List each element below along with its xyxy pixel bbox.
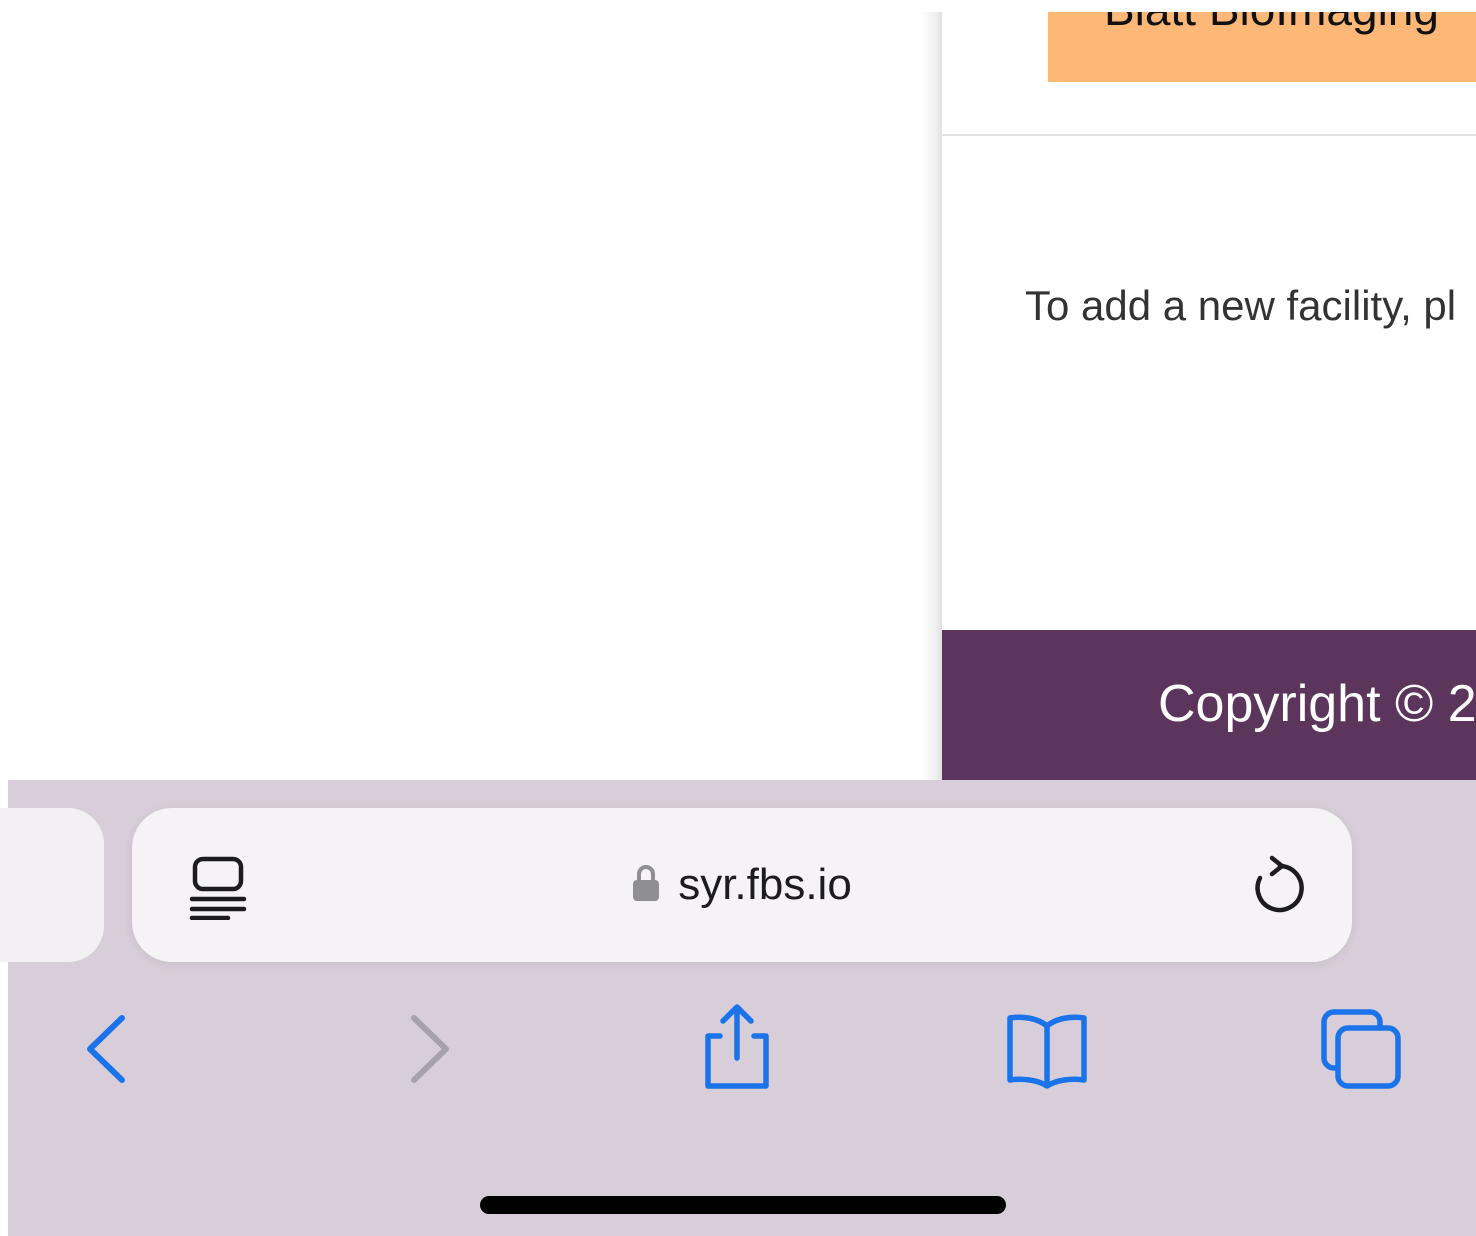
book-icon: [1007, 1014, 1087, 1089]
left-edge: [0, 0, 8, 1236]
add-facility-text: To add a new facility, pl: [1025, 282, 1457, 329]
url-display[interactable]: syr.fbs.io: [132, 808, 1352, 962]
previous-tab-card[interactable]: [0, 808, 104, 962]
tabs-icon: [1321, 1009, 1401, 1089]
url-text: syr.fbs.io: [678, 860, 852, 909]
reload-icon[interactable]: [1246, 854, 1306, 918]
page-footer: Copyright © 2: [942, 630, 1476, 780]
home-indicator[interactable]: [480, 1196, 1006, 1214]
webpage-content: Blatt BioImaging To add a new facility, …: [942, 12, 1476, 780]
banner-text: Blatt BioImaging: [1104, 12, 1439, 36]
bookmarks-button[interactable]: [1002, 1004, 1092, 1094]
left-content-pane: [8, 12, 940, 780]
forward-button[interactable]: [382, 1004, 472, 1094]
back-button[interactable]: [62, 1004, 152, 1094]
share-button[interactable]: [690, 1000, 780, 1090]
safari-bottom-toolbar: syr.fbs.io: [0, 780, 1476, 1236]
top-edge: [0, 0, 1476, 12]
section-divider: [942, 134, 1476, 136]
share-icon: [705, 1004, 769, 1089]
facility-banner[interactable]: Blatt BioImaging: [1048, 12, 1476, 82]
browser-screen: Blatt BioImaging To add a new facility, …: [0, 0, 1476, 1236]
chevron-right-icon: [411, 1015, 449, 1083]
address-bar[interactable]: syr.fbs.io: [132, 808, 1352, 962]
pane-divider-shadow: [920, 12, 942, 780]
chevron-left-icon: [87, 1015, 125, 1083]
tabs-button[interactable]: [1314, 1004, 1404, 1094]
lock-icon: [632, 864, 660, 902]
copyright-text: Copyright © 2: [1158, 675, 1476, 733]
